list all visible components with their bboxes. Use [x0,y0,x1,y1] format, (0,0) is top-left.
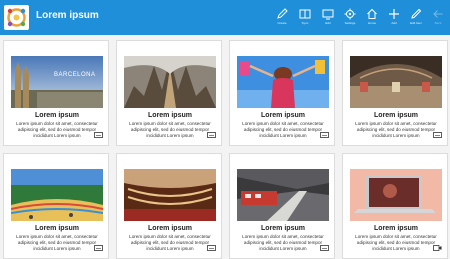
pen-icon [411,8,422,19]
card-6[interactable]: Lorem ipsum Lorem ipsum dolor sit amet, … [116,153,222,259]
home-label: Home [367,21,376,25]
app-header: Lorem ipsum Create Sync Edit Settings Ho… [0,0,450,35]
add-label: Add [391,21,397,25]
caption-icon[interactable] [207,245,216,251]
card-grid: BARCELONA Lorem ipsum Lorem ipsum dolor … [0,40,450,259]
sync-label: Sync [301,21,309,25]
park-guell-image [11,169,103,221]
caption-icon[interactable] [94,132,103,138]
card-description: Lorem ipsum dolor sit amet, consectetur … [355,121,437,138]
card-description: Lorem ipsum dolor sit amet, consectetur … [129,121,211,138]
caption-icon[interactable] [320,132,329,138]
barcelona-skyline-image: BARCELONA [11,56,103,108]
barcelona-image-text: BARCELONA [54,72,96,78]
back-label: Back [434,21,442,25]
plus-icon [389,9,399,19]
card-title: Lorem ipsum [35,112,79,119]
cathedral-spires-image [124,56,216,108]
card-title: Lorem ipsum [374,112,418,119]
card-2[interactable]: Lorem ipsum Lorem ipsum dolor sit amet, … [116,40,222,146]
card-description: Lorem ipsum dolor sit amet, consectetur … [242,121,324,138]
laptop-computer-image [350,169,442,221]
home-icon [367,8,377,19]
caption-icon[interactable] [320,245,329,251]
opera-house-image [124,169,216,221]
card-title: Lorem ipsum [374,225,418,232]
sync-button[interactable]: Sync [293,4,317,34]
caption-icon[interactable] [207,132,216,138]
card-5[interactable]: Lorem ipsum Lorem ipsum dolor sit amet, … [3,153,109,259]
card-title: Lorem ipsum [148,112,192,119]
caption-icon[interactable] [433,132,442,138]
card-description: Lorem ipsum dolor sit amet, consectetur … [242,234,324,251]
card-3[interactable]: Lorem ipsum Lorem ipsum dolor sit amet, … [229,40,335,146]
card-8[interactable]: Lorem ipsum Lorem ipsum dolor sit amet, … [342,153,448,259]
settings-button[interactable]: Settings [338,4,362,34]
woman-shopping-bags-image [237,56,329,108]
video-icon[interactable] [433,245,442,251]
edit-button[interactable]: Edit [316,4,340,34]
metro-station-image [237,169,329,221]
add-button[interactable]: Add [382,4,406,34]
back-button[interactable]: Back [426,4,450,34]
card-7[interactable]: Lorem ipsum Lorem ipsum dolor sit amet, … [229,153,335,259]
edit-label: Edit [325,21,331,25]
back-arrow-icon [433,10,443,18]
pencil-icon [277,8,288,19]
create-button[interactable]: Create [270,4,294,34]
create-label: Create [277,21,287,25]
card-title: Lorem ipsum [261,225,305,232]
card-description: Lorem ipsum dolor sit amet, consectetur … [355,234,437,251]
card-description: Lorem ipsum dolor sit amet, consectetur … [129,234,211,251]
card-description: Lorem ipsum dolor sit amet, consectetur … [16,234,98,251]
card-1[interactable]: BARCELONA Lorem ipsum Lorem ipsum dolor … [3,40,109,146]
card-4[interactable]: Lorem ipsum Lorem ipsum dolor sit amet, … [342,40,448,146]
edit-item-button[interactable]: Edit Item [404,4,428,34]
edit-item-label: Edit Item [410,21,422,25]
caption-icon[interactable] [94,245,103,251]
book-icon [299,9,311,19]
card-title: Lorem ipsum [261,112,305,119]
screen-icon [322,9,334,20]
card-title: Lorem ipsum [148,225,192,232]
settings-label: Settings [344,21,356,25]
home-button[interactable]: Home [360,4,384,34]
card-description: Lorem ipsum dolor sit amet, consectetur … [16,121,98,138]
card-title: Lorem ipsum [35,225,79,232]
market-hall-image [350,56,442,108]
toolbar: Create Sync Edit Settings Home Add Edit … [0,4,450,34]
gear-icon [344,8,356,20]
